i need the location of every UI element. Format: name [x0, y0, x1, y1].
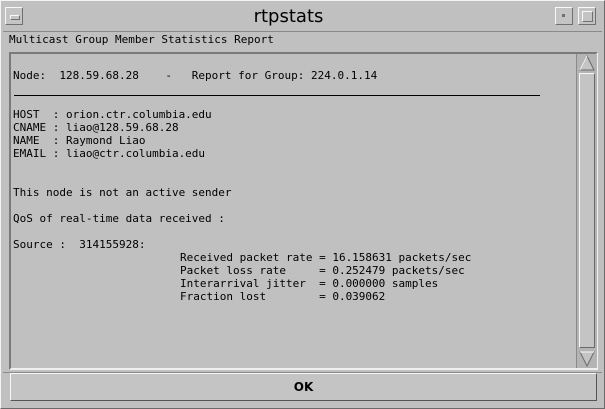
report-text-area: Node: 128.59.68.28 - Report for Group: 2…	[13, 54, 575, 368]
arrow-down-icon[interactable]	[579, 351, 595, 367]
host-line: HOST : orion.ctr.columbia.edu	[13, 108, 212, 121]
scroll-thumb[interactable]	[579, 73, 595, 348]
report-header: Node: 128.59.68.28 - Report for Group: 2…	[13, 69, 378, 82]
qos-heading: QoS of real-time data received :	[13, 212, 225, 225]
report-subtitle: Multicast Group Member Statistics Report	[9, 33, 274, 46]
stat-fraction-lost: Fraction lost = 0.039062	[180, 290, 386, 303]
ok-button[interactable]: OK	[10, 373, 597, 401]
cname-line: CNAME : liao@128.59.68.28	[13, 121, 179, 134]
report-panel: Node: 128.59.68.28 - Report for Group: 2…	[9, 52, 598, 370]
window-menu-icon[interactable]	[5, 7, 23, 25]
email-line: EMAIL : liao@ctr.columbia.edu	[13, 147, 206, 160]
stat-received-packet-rate: Received packet rate = 16.158631 packets…	[180, 251, 472, 264]
vertical-scrollbar[interactable]	[576, 54, 597, 368]
minimize-icon[interactable]	[555, 7, 573, 25]
sender-status: This node is not an active sender	[13, 186, 232, 199]
title-bar[interactable]: rtpstats	[3, 3, 602, 32]
window-title: rtpstats	[253, 6, 324, 27]
maximize-icon[interactable]	[578, 7, 596, 25]
arrow-up-icon[interactable]	[579, 55, 595, 71]
name-line: NAME : Raymond Liao	[13, 134, 146, 147]
stat-interarrival-jitter: Interarrival jitter = 0.000000 samples	[180, 277, 439, 290]
source-line: Source : 314155928:	[13, 238, 146, 251]
rtpstats-window: rtpstats Multicast Group Member Statisti…	[0, 0, 605, 409]
stat-packet-loss-rate: Packet loss rate = 0.252479 packets/sec	[180, 264, 465, 277]
divider	[14, 95, 540, 96]
